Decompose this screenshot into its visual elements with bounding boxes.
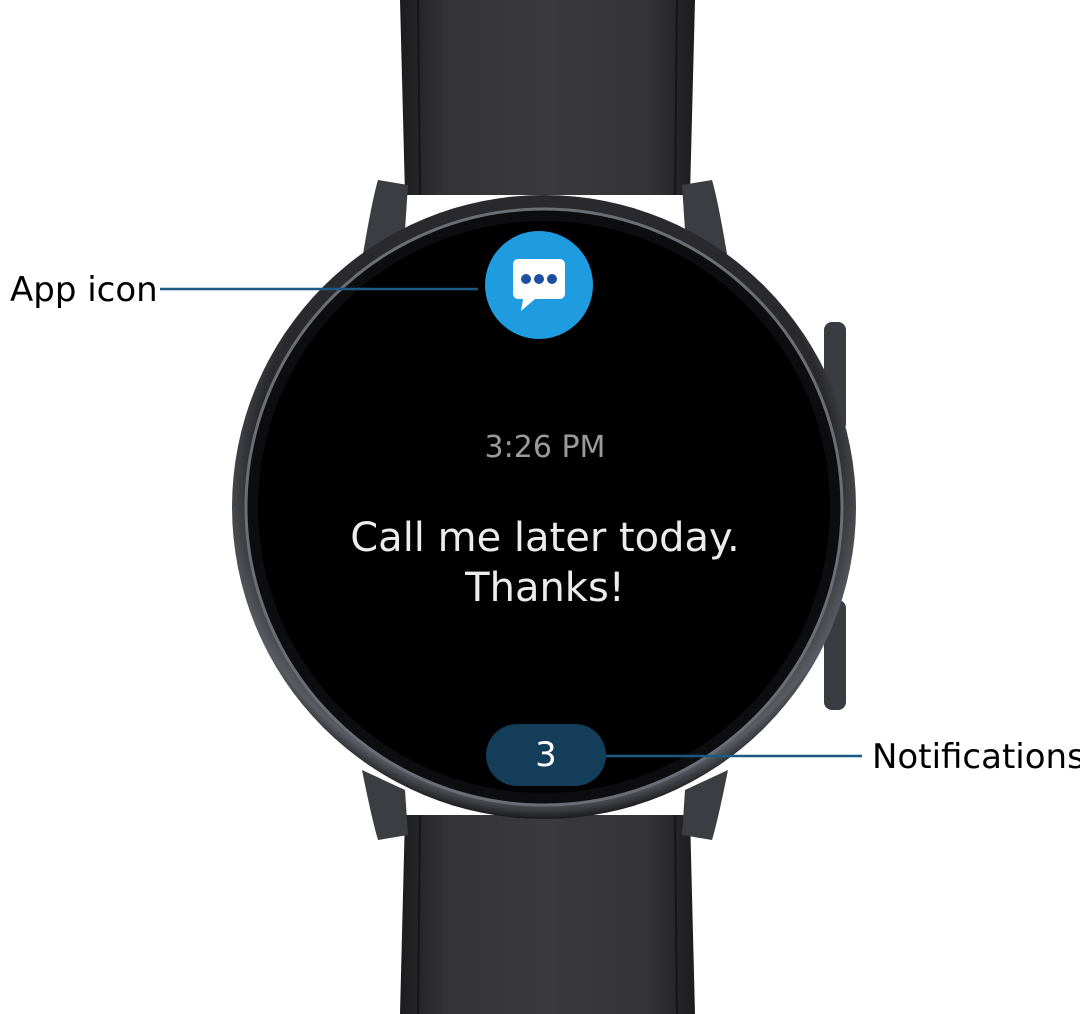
smartwatch-artwork xyxy=(160,0,862,1014)
watch-notification-illustration: 3:26 PM Call me later today. Thanks! 3 A… xyxy=(0,0,1080,1014)
message-bubble-icon xyxy=(513,259,565,311)
message-app-icon[interactable] xyxy=(485,231,593,339)
notification-message: Call me later today. Thanks! xyxy=(300,513,790,613)
notification-time: 3:26 PM xyxy=(484,430,606,465)
message-line-2: Thanks! xyxy=(465,565,625,611)
notifications-callout-label: Notifications xyxy=(872,737,1080,777)
app-icon-callout-label: App icon xyxy=(10,270,158,310)
message-line-1: Call me later today. xyxy=(350,515,740,561)
top-strap xyxy=(400,0,695,196)
notification-count-button[interactable]: 3 xyxy=(486,724,606,786)
bottom-strap xyxy=(400,814,695,1014)
